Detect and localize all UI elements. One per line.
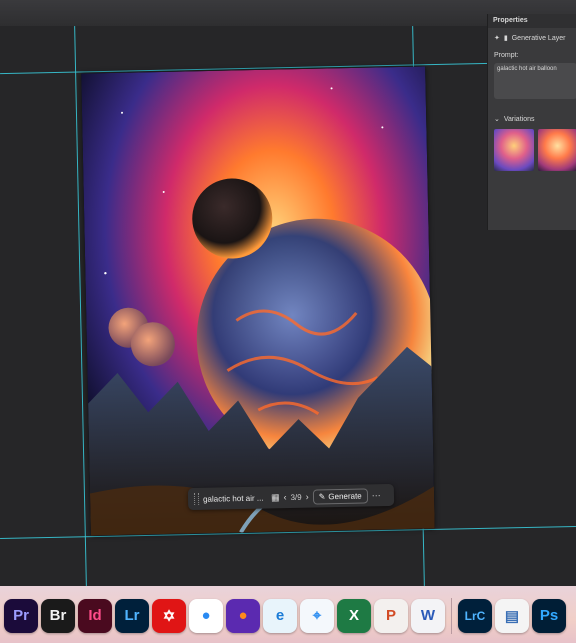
lightroom-app-icon[interactable]: LrC — [458, 598, 492, 633]
generate-label: Generate — [328, 491, 362, 501]
prompt-field[interactable]: galactic hot air balloon — [494, 63, 576, 99]
safari-app-icon[interactable]: ⌖ — [300, 598, 334, 633]
generate-icon: ✎ — [318, 491, 326, 501]
variation-thumbnail[interactable] — [537, 129, 576, 171]
previous-variation-icon[interactable]: ‹ — [283, 492, 286, 502]
preview-app-icon[interactable]: ▤ — [495, 598, 529, 633]
properties-panel-title: Properties — [488, 14, 576, 28]
generated-planet-artwork — [81, 66, 435, 536]
generate-button[interactable]: ✎ Generate — [312, 487, 368, 505]
variation-thumbnail[interactable] — [494, 129, 534, 171]
generative-layer-icon: ✦ — [494, 35, 500, 42]
layer-type-label: Generative Layer — [511, 34, 566, 42]
drag-handle-icon[interactable] — [193, 492, 200, 506]
firefox-app-icon[interactable]: ● — [226, 598, 260, 633]
variations-label: Variations — [503, 115, 535, 123]
prompt-field-value: galactic hot air balloon — [497, 66, 557, 72]
layer-type-row: ✦ ▮ Generative Layer — [488, 28, 576, 48]
prompt-label: Prompt: — [494, 52, 519, 59]
layer-thumbnail-icon: ▮ — [503, 35, 508, 42]
premiere-pro-app-icon[interactable]: Pr — [4, 598, 38, 633]
word-app-icon[interactable]: W — [411, 598, 445, 633]
contextual-task-bar: galactic hot air ... ▦ ‹ 3/9 › ✎ Generat… — [187, 483, 395, 511]
next-variation-icon[interactable]: › — [306, 492, 309, 502]
bridge-app-icon[interactable]: Br — [41, 598, 75, 633]
variations-header[interactable]: ⌄ Variations — [488, 101, 576, 129]
acrobat-app-icon[interactable]: ✡ — [152, 598, 186, 633]
dock-separator — [451, 597, 452, 634]
photoshop-app-icon[interactable]: Ps — [532, 598, 566, 633]
edge-app-icon[interactable]: e — [263, 598, 297, 633]
excel-app-icon[interactable]: X — [337, 598, 371, 633]
chrome-app-icon[interactable]: ● — [189, 598, 223, 633]
indesign-app-icon[interactable]: Id — [78, 598, 112, 633]
dock-app-row: Pr Br Id Lr ✡ ● ● e ⌖ X P W LrC ▤ Ps — [0, 588, 576, 643]
variations-thumbnails — [488, 129, 576, 171]
macos-dock: Pr Br Id Lr ✡ ● ● e ⌖ X P W LrC ▤ Ps — [0, 586, 576, 643]
variation-counter: 3/9 — [290, 492, 302, 502]
image-reference-icon[interactable]: ▦ — [271, 492, 280, 503]
chevron-down-icon[interactable]: ⌄ — [494, 115, 500, 123]
lightroom-classic-app-icon[interactable]: Lr — [115, 598, 149, 633]
prompt-text[interactable]: galactic hot air ... — [203, 493, 267, 503]
more-options-button[interactable]: ··· — [372, 490, 381, 500]
powerpoint-app-icon[interactable]: P — [374, 598, 408, 633]
artboard-image[interactable] — [81, 66, 435, 536]
properties-panel: Properties ✦ ▮ Generative Layer Prompt: … — [487, 14, 576, 230]
